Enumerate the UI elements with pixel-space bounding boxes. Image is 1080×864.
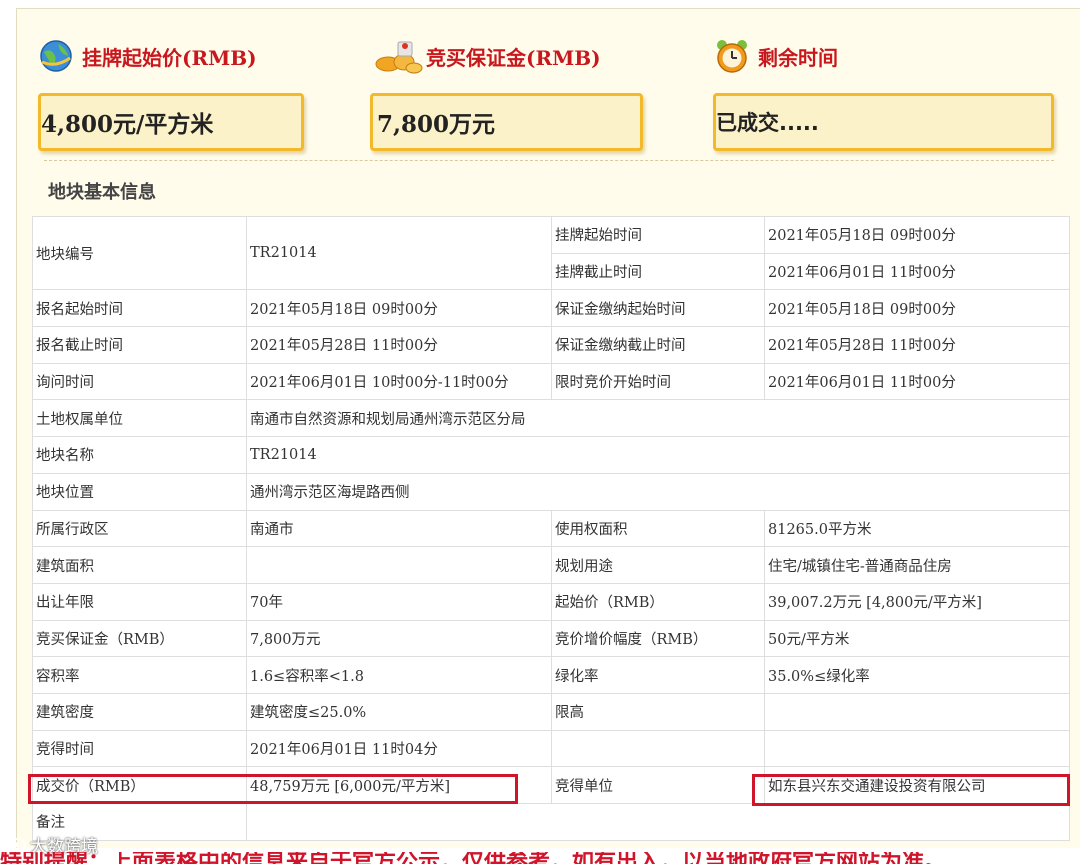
field-value: 39,007.2万元 [4,800元/平方米] [764, 582, 1070, 621]
field-label: 竞买保证金（RMB） [32, 619, 247, 658]
deposit-box: 7,800万元 [370, 93, 643, 151]
field-value: 1.6≤容积率<1.8 [246, 656, 552, 694]
field-label: 所属行政区 [32, 509, 247, 548]
field-label: 竞价增价幅度（RMB） [551, 619, 765, 658]
table-row: 竞买保证金（RMB） 7,800万元 竞价增价幅度（RMB） 50元/平方米 [32, 619, 1070, 658]
field-label [551, 729, 765, 768]
field-label: 竞得时间 [32, 729, 247, 768]
field-value: TR21014 [246, 215, 552, 291]
table-row: 地块位置 通州湾示范区海堤路西侧 [32, 472, 1070, 511]
start-price-label: 挂牌起始价(RMB) [82, 45, 257, 70]
table-row: 竞得时间 2021年06月01日 11时04分 [32, 729, 1070, 768]
field-value: 2021年06月01日 11时00分 [764, 362, 1070, 401]
field-value [764, 692, 1070, 731]
field-value: 81265.0平方米 [764, 509, 1070, 548]
field-label: 规划用途 [551, 546, 765, 584]
field-value: 南通市 [246, 509, 552, 548]
table-row: 土地权属单位 南通市自然资源和规划局通州湾示范区分局 [32, 399, 1070, 438]
deposit-header: 竞买保证金(RMB) [374, 36, 601, 76]
field-value: 南通市自然资源和规划局通州湾示范区分局 [246, 399, 1070, 438]
table-row: 容积率 1.6≤容积率<1.8 绿化率 35.0%≤绿化率 [32, 656, 1070, 694]
table-row: 成交价（RMB） 48,759万元 [6,000元/平方米] 竞得单位 如东县兴… [32, 766, 1070, 804]
start-price-value: 4,800元/平方米 [41, 111, 214, 138]
field-label: 土地权属单位 [32, 399, 247, 438]
watermark-logo-icon [7, 837, 27, 852]
table-row: 所属行政区 南通市 使用权面积 81265.0平方米 [32, 509, 1070, 548]
field-label: 建筑面积 [32, 546, 247, 584]
table-row: 建筑密度 建筑密度≤25.0% 限高 [32, 692, 1070, 731]
field-value: 2021年06月01日 11时04分 [246, 729, 552, 768]
deposit-label: 竞买保证金(RMB) [426, 45, 601, 70]
field-value: TR21014 [246, 436, 1070, 474]
field-label: 挂牌截止时间 [551, 252, 765, 291]
divider [44, 160, 1054, 161]
field-label: 地块名称 [32, 436, 247, 474]
field-label: 容积率 [32, 656, 247, 694]
remaining-label: 剩余时间 [758, 45, 838, 70]
table-row: 报名截止时间 2021年05月28日 11时00分 保证金缴纳截止时间 2021… [32, 326, 1070, 364]
field-label: 出让年限 [32, 582, 247, 621]
bottom-caption: 特别提醒：上面表格中的信息来自于官方公示，仅供参考，如有出入，以当地政府官方网站… [0, 852, 1080, 864]
start-price-header: 挂牌起始价(RMB) [38, 36, 257, 76]
remaining-header: 剩余时间 [714, 36, 838, 76]
field-label: 地块位置 [32, 472, 247, 511]
alarm-clock-icon [714, 38, 750, 74]
field-value: 2021年05月18日 09时00分 [246, 289, 552, 328]
field-label: 限高 [551, 692, 765, 731]
field-value [764, 729, 1070, 768]
field-value: 50元/平方米 [764, 619, 1070, 658]
field-value: 48,759万元 [6,000元/平方米] [246, 766, 552, 804]
field-value: 2021年05月28日 11时00分 [764, 326, 1070, 364]
field-label: 建筑密度 [32, 692, 247, 731]
field-label: 保证金缴纳起始时间 [551, 289, 765, 328]
field-value: 7,800万元 [246, 619, 552, 658]
field-label: 地块编号 [32, 215, 247, 291]
field-label: 使用权面积 [551, 509, 765, 548]
parcel-info-table: 地块编号 TR21014 挂牌起始时间 2021年05月18日 09时00分 挂… [32, 215, 1070, 841]
field-label: 报名截止时间 [32, 326, 247, 364]
table-row: 地块编号 TR21014 挂牌起始时间 2021年05月18日 09时00分 [32, 215, 1070, 291]
field-value: 2021年05月18日 09时00分 [764, 289, 1070, 328]
field-label: 挂牌起始时间 [551, 216, 765, 254]
coins-icon [374, 38, 424, 74]
table-row: 建筑面积 规划用途 住宅/城镇住宅-普通商品住房 [32, 546, 1070, 584]
field-label: 报名起始时间 [32, 289, 247, 328]
table-row: 询问时间 2021年06月01日 10时00分-11时00分 限时竞价开始时间 … [32, 362, 1070, 401]
field-value [246, 546, 552, 584]
bottom-caption-text: 特别提醒：上面表格中的信息来自于官方公示，仅供参考，如有出入，以当地政府官方网站… [0, 852, 946, 864]
table-row: 报名起始时间 2021年05月18日 09时00分 保证金缴纳起始时间 2021… [32, 289, 1070, 328]
field-value: 35.0%≤绿化率 [764, 656, 1070, 694]
field-value: 如东县兴东交通建设投资有限公司 [764, 766, 1070, 804]
deposit-value: 7,800万元 [377, 111, 496, 138]
field-value: 住宅/城镇住宅-普通商品住房 [764, 546, 1070, 584]
field-value: 70年 [246, 582, 552, 621]
table-row: 备注 [32, 803, 1070, 841]
remaining-box: 已成交..... [713, 93, 1054, 151]
globe-icon [38, 38, 74, 74]
field-label: 竞得单位 [551, 766, 765, 804]
field-value: 2021年06月01日 10时00分-11时00分 [246, 362, 552, 401]
field-value: 2021年05月28日 11时00分 [246, 326, 552, 364]
section-title: 地块基本信息 [48, 182, 156, 203]
remaining-value: 已成交..... [716, 111, 819, 135]
field-label: 限时竞价开始时间 [551, 362, 765, 401]
field-value: 通州湾示范区海堤路西侧 [246, 472, 1070, 511]
field-value: 建筑密度≤25.0% [246, 692, 552, 731]
field-value [246, 803, 1070, 841]
table-row: 地块名称 TR21014 [32, 436, 1070, 474]
field-label: 询问时间 [32, 362, 247, 401]
field-label: 成交价（RMB） [32, 766, 247, 804]
table-row: 出让年限 70年 起始价（RMB） 39,007.2万元 [4,800元/平方米… [32, 582, 1070, 621]
field-value: 2021年06月01日 11时00分 [764, 252, 1070, 291]
field-label: 保证金缴纳截止时间 [551, 326, 765, 364]
field-label: 绿化率 [551, 656, 765, 694]
field-label: 起始价（RMB） [551, 582, 765, 621]
start-price-box: 4,800元/平方米 [38, 93, 304, 151]
field-value: 2021年05月18日 09时00分 [764, 216, 1070, 254]
